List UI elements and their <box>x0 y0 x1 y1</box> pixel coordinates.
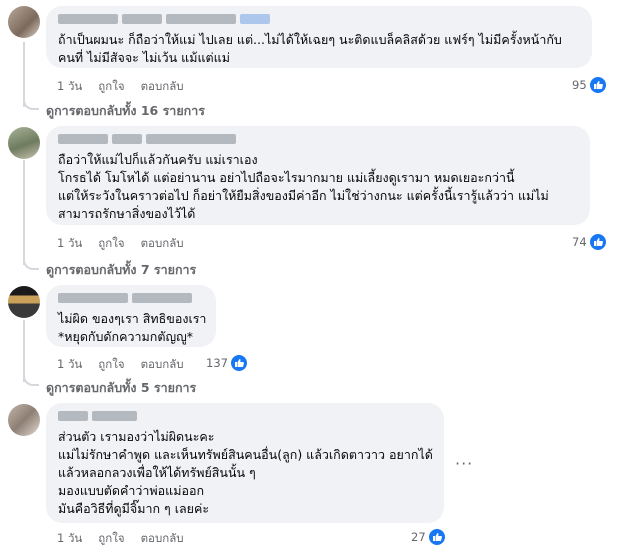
thumbs-up-icon <box>589 77 606 93</box>
reaction-count[interactable]: 95 <box>572 77 606 93</box>
comment-text-line: มองแบบตัดคำว่าพ่อแม่ออก <box>58 483 205 498</box>
comment-text-line: แล้วหลอกลวงเพื่อให้ได้ทรัพย์สินนั้น ๆ <box>58 465 256 480</box>
comment-text-line: สามารถรักษาสิ่งของไว้ได้ <box>58 206 196 221</box>
view-replies-link[interactable]: ดูการตอบกลับทั้ง 5 รายการ <box>46 378 196 398</box>
view-replies-link[interactable]: ดูการตอบกลับทั้ง 7 รายการ <box>46 260 196 280</box>
comment-actions: 1 วัน ถูกใจ ตอบกลับ <box>57 356 184 374</box>
avatar[interactable] <box>8 286 40 318</box>
like-button[interactable]: ถูกใจ <box>98 235 124 253</box>
like-button[interactable]: ถูกใจ <box>98 356 124 374</box>
comment-text-line: ถือว่าให้แม่ไปก็แล้วกันครับ แม่เราเอง <box>58 152 258 167</box>
reaction-count-label: 137 <box>206 356 228 370</box>
more-options-icon[interactable]: ··· <box>455 454 473 473</box>
comment-bubble: ไม่ผิด ของๆเรา สิทธิของเรา *หยุดกับดักคว… <box>46 285 216 347</box>
comment-text-line: ถ้าเป็นผมนะ ก็ถือว่าให้แม่ ไปเลย แต่...ไ… <box>58 32 562 47</box>
comment-bubble: ถือว่าให้แม่ไปก็แล้วกันครับ แม่เราเอง โก… <box>46 126 590 225</box>
comment-actions: 1 วัน ถูกใจ ตอบกลับ <box>57 78 184 96</box>
commenter-name[interactable] <box>58 13 580 25</box>
reaction-count[interactable]: 137 <box>206 355 247 371</box>
comment-time[interactable]: 1 วัน <box>57 356 82 374</box>
commenter-name[interactable] <box>58 410 432 422</box>
comment-text-line: ไม่ผิด ของๆเรา สิทธิของเรา <box>58 311 207 326</box>
thumbs-up-icon <box>230 355 247 371</box>
commenter-name[interactable] <box>58 133 578 145</box>
comment-text-line: แม่ไม่รักษาคำพูด และเห็นทรัพย์สินคนอื่น(… <box>58 447 433 462</box>
thumbs-up-icon <box>428 529 445 545</box>
reaction-count-label: 74 <box>572 235 587 249</box>
view-replies-link[interactable]: ดูการตอบกลับทั้ง 16 รายการ <box>46 101 205 121</box>
avatar[interactable] <box>8 404 40 436</box>
reply-button[interactable]: ตอบกลับ <box>141 78 184 96</box>
comment-actions: 1 วัน ถูกใจ ตอบกลับ <box>57 530 184 548</box>
comment-bubble: ส่วนตัว เรามองว่าไม่ผิดนะคะ แม่ไม่รักษาค… <box>46 403 444 523</box>
comment-text-line: คนที่ ไม่มีสัจจะ ไม่เว้น แม้แต่แม่ <box>58 50 230 65</box>
commenter-name[interactable] <box>58 292 204 304</box>
reply-button[interactable]: ตอบกลับ <box>141 530 184 548</box>
reply-button[interactable]: ตอบกลับ <box>141 356 184 374</box>
like-button[interactable]: ถูกใจ <box>98 78 124 96</box>
comment-bubble: ถ้าเป็นผมนะ ก็ถือว่าให้แม่ ไปเลย แต่...ไ… <box>46 6 592 68</box>
reply-connector <box>23 250 39 270</box>
reply-connector <box>23 366 39 386</box>
reaction-count-label: 27 <box>411 530 426 544</box>
reaction-count-label: 95 <box>572 78 587 92</box>
comment-text-line: แต่ให้ระวังในคราวต่อไป ก็อย่าให้ยืมสิ่งข… <box>58 188 549 203</box>
avatar[interactable] <box>8 6 40 38</box>
like-button[interactable]: ถูกใจ <box>98 530 124 548</box>
reply-button[interactable]: ตอบกลับ <box>141 235 184 253</box>
avatar[interactable] <box>8 127 40 159</box>
thumbs-up-icon <box>589 234 606 250</box>
reply-connector <box>23 90 39 110</box>
comment-actions: 1 วัน ถูกใจ ตอบกลับ <box>57 235 184 253</box>
comment-time[interactable]: 1 วัน <box>57 235 82 253</box>
comment-text-line: โกรธได้ โมโหได้ แต่อย่านาน อย่าไปถือจะไร… <box>58 170 515 185</box>
reaction-count[interactable]: 74 <box>572 234 606 250</box>
comment-text-line: ส่วนตัว เรามองว่าไม่ผิดนะคะ <box>58 429 215 444</box>
comment-time[interactable]: 1 วัน <box>57 78 82 96</box>
comment-text-line: *หยุดกับดักความกตัญญู* <box>58 329 193 344</box>
comment-time[interactable]: 1 วัน <box>57 530 82 548</box>
comment-text-line: มันคือวิธีที่ดูมีจิ๊มาก ๆ เลยค่ะ <box>58 501 210 516</box>
reaction-count[interactable]: 27 <box>411 529 445 545</box>
